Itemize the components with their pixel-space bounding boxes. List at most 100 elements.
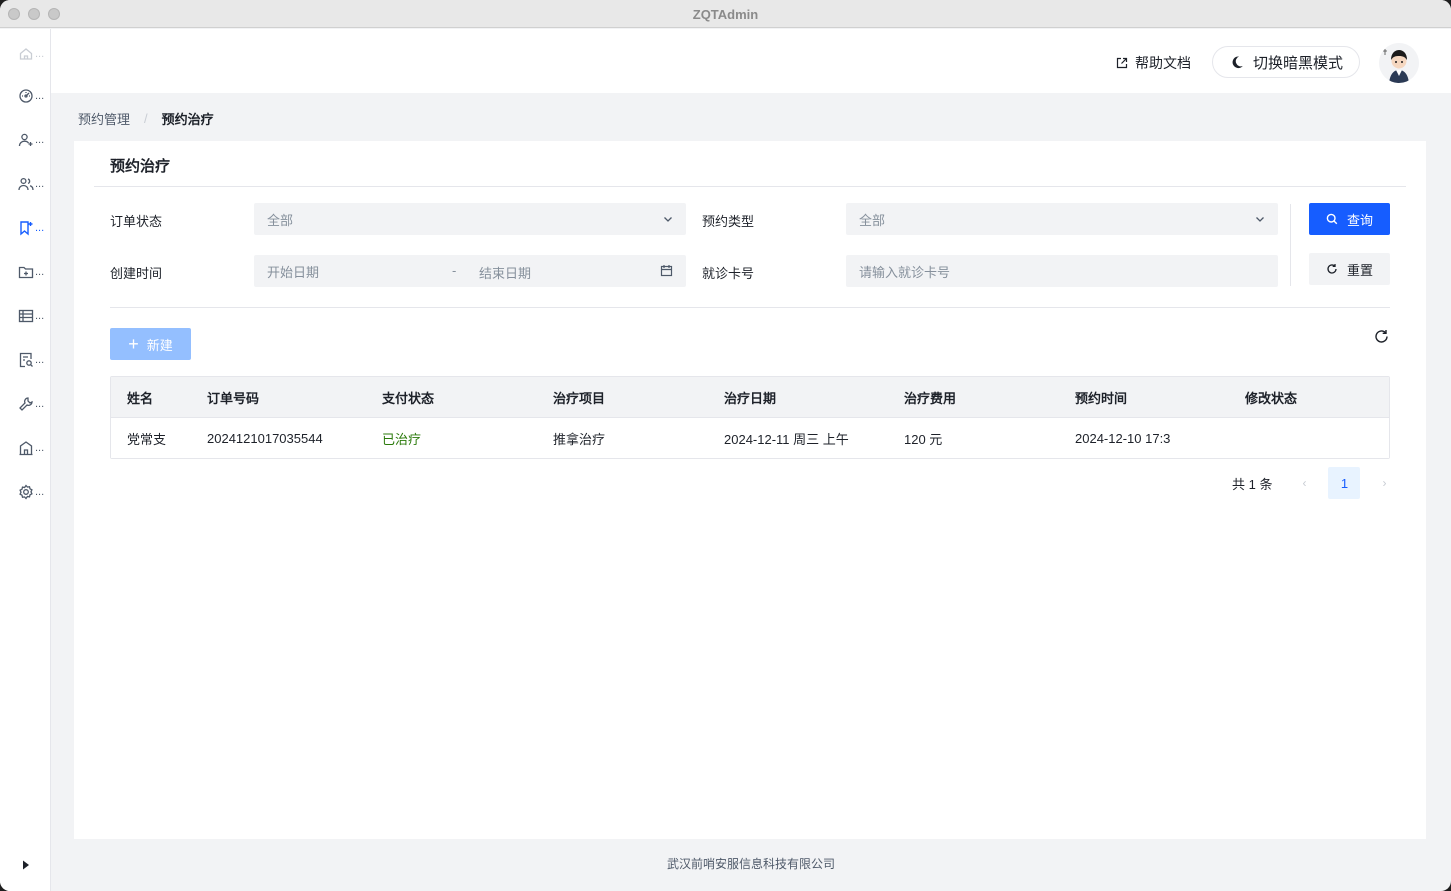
column-header-treatment-date: 治疗日期	[724, 390, 777, 406]
appointment-type-label: 预约类型	[702, 214, 755, 229]
sidebar-item-dashboard[interactable]: ...	[18, 86, 48, 106]
cell-treatment-fee: 120 元	[904, 431, 943, 447]
breadcrumb-separator: /	[144, 111, 148, 126]
window-title: ZQTAdmin	[692, 7, 759, 22]
sidebar-item-label: ...	[35, 485, 45, 498]
chevron-down-icon	[1256, 217, 1264, 222]
appointment-type-value: 全部	[859, 212, 886, 228]
search-icon	[1326, 213, 1338, 225]
created-time-label: 创建时间	[110, 266, 163, 281]
breadcrumb: 预约管理 / 预约治疗	[78, 109, 214, 128]
app-window: ZQTAdmin ... ... ... ... ... ... ... ...…	[0, 0, 1451, 891]
order-status-label: 订单状态	[110, 214, 163, 229]
sidebar-item-label: ...	[35, 133, 45, 146]
appointments-table: 姓名 订单号码 支付状态 治疗项目 治疗日期 治疗费用 预约时间 修改状态 党常…	[110, 376, 1390, 459]
reset-button-label: 重置	[1346, 262, 1373, 278]
column-header-treatment-item: 治疗项目	[553, 390, 606, 406]
page-number-current[interactable]: 1	[1328, 467, 1361, 499]
order-status-value: 全部	[267, 212, 294, 228]
cell-treatment-item: 推拿治疗	[553, 431, 606, 447]
help-docs-label: 帮助文档	[1135, 55, 1191, 71]
card-number-placeholder: 请输入就诊卡号	[859, 264, 951, 280]
toggle-dark-mode-label: 切换暗黑模式	[1253, 54, 1344, 72]
sidebar-item-user-group[interactable]: ...	[18, 174, 48, 194]
building-icon	[19, 441, 33, 456]
reset-button[interactable]: 重置	[1309, 253, 1390, 285]
user-add-icon	[18, 133, 33, 147]
column-header-modify-status: 修改状态	[1245, 390, 1298, 406]
column-header-order-number: 订单号码	[207, 390, 260, 406]
sidebar-item-label: ...	[35, 177, 45, 190]
title-divider	[94, 186, 1406, 187]
file-search-icon	[19, 352, 33, 368]
help-docs-link[interactable]: 帮助文档	[1116, 53, 1191, 73]
sidebar-item-tool[interactable]: ...	[18, 394, 48, 414]
chevron-down-icon	[664, 217, 672, 222]
table-icon	[18, 309, 34, 323]
created-time-range-picker[interactable]: 开始日期 - 结束日期	[254, 255, 686, 287]
plus-icon: +	[128, 334, 139, 354]
appointment-type-select[interactable]: 全部	[846, 203, 1278, 235]
sidebar-item-label: ...	[35, 441, 45, 454]
query-button-label: 查询	[1346, 212, 1373, 228]
sidebar-item-table[interactable]: ...	[18, 306, 48, 326]
toggle-dark-mode-button[interactable]: 切换暗黑模式	[1212, 46, 1360, 78]
new-button[interactable]: + 新建	[110, 328, 191, 360]
sidebar-item-file-search[interactable]: ...	[18, 350, 48, 370]
end-date-input[interactable]: 结束日期	[479, 263, 531, 282]
avatar[interactable]	[1379, 43, 1419, 83]
reset-icon	[1327, 264, 1337, 274]
sidebar-item-building[interactable]: ...	[18, 438, 48, 458]
date-range-separator: -	[452, 263, 457, 278]
sidebar-item-label: ...	[35, 353, 45, 366]
bookmark-icon	[20, 221, 33, 236]
card-number-input[interactable]: 请输入就诊卡号	[846, 255, 1278, 287]
sidebar-item-folder-add[interactable]: ...	[18, 262, 48, 282]
page-title: 预约治疗	[110, 158, 171, 175]
sidebar-item-label: ...	[35, 47, 45, 60]
tool-icon	[19, 397, 33, 411]
sidebar-item-label: ...	[35, 397, 45, 410]
external-link-icon	[1116, 57, 1128, 69]
query-button[interactable]: 查询	[1309, 203, 1390, 235]
cell-order-number: 2024121017035544	[207, 430, 323, 446]
sidebar: ... ... ... ... ... ... ... ... ... ... …	[0, 29, 51, 891]
breadcrumb-item-parent[interactable]: 预约管理	[78, 109, 130, 128]
main-card: 预约治疗 订单状态 全部 预约类型 全部 创建时间 开始日期 - 结束日期 就诊…	[74, 141, 1426, 839]
column-header-appointment-time: 预约时间	[1075, 390, 1128, 406]
folder-add-icon	[18, 266, 34, 279]
top-header: 帮助文档 切换暗黑模式	[51, 29, 1451, 93]
footer-company: 武汉前哨安服信息科技有限公司	[666, 857, 835, 871]
avatar-image-icon	[1379, 43, 1419, 83]
start-date-input[interactable]: 开始日期	[267, 262, 319, 281]
sidebar-item-home[interactable]: ...	[18, 44, 48, 64]
expand-sidebar-icon[interactable]	[20, 859, 32, 871]
next-page-icon[interactable]: ›	[1368, 467, 1400, 499]
breadcrumb-item-current: 预约治疗	[161, 112, 214, 127]
card-number-label: 就诊卡号	[702, 266, 755, 281]
sidebar-item-appointment[interactable]: ...	[18, 218, 48, 238]
cell-appointment-time: 2024-12-10 17:3	[1075, 430, 1171, 446]
sidebar-item-user-add[interactable]: ...	[18, 130, 48, 150]
column-header-name: 姓名	[127, 390, 154, 406]
sidebar-item-label: ...	[35, 221, 45, 234]
column-header-treatment-fee: 治疗费用	[904, 390, 957, 406]
order-status-select[interactable]: 全部	[254, 203, 686, 235]
cell-payment-status: 已治疗	[382, 431, 422, 447]
form-vertical-divider	[1290, 204, 1291, 286]
title-bar: ZQTAdmin	[0, 0, 1451, 28]
prev-page-icon[interactable]: ‹	[1288, 467, 1320, 499]
table-row[interactable]: 党常支 2024121017035544 已治疗 推拿治疗 2024-12-11…	[111, 418, 1389, 458]
home-icon	[19, 48, 33, 60]
new-button-label: 新建	[146, 337, 173, 353]
refresh-icon[interactable]	[1374, 329, 1389, 344]
table-header: 姓名 订单号码 支付状态 治疗项目 治疗日期 治疗费用 预约时间 修改状态	[111, 377, 1389, 418]
calendar-icon	[660, 265, 673, 277]
settings-icon	[19, 484, 33, 500]
dashboard-icon	[19, 89, 33, 103]
sidebar-item-settings[interactable]: ...	[18, 482, 48, 502]
sidebar-item-label: ...	[35, 309, 45, 322]
pagination-total: 共 1 条	[1232, 476, 1273, 492]
sidebar-item-label: ...	[35, 89, 45, 102]
sidebar-item-label: ...	[35, 265, 45, 278]
